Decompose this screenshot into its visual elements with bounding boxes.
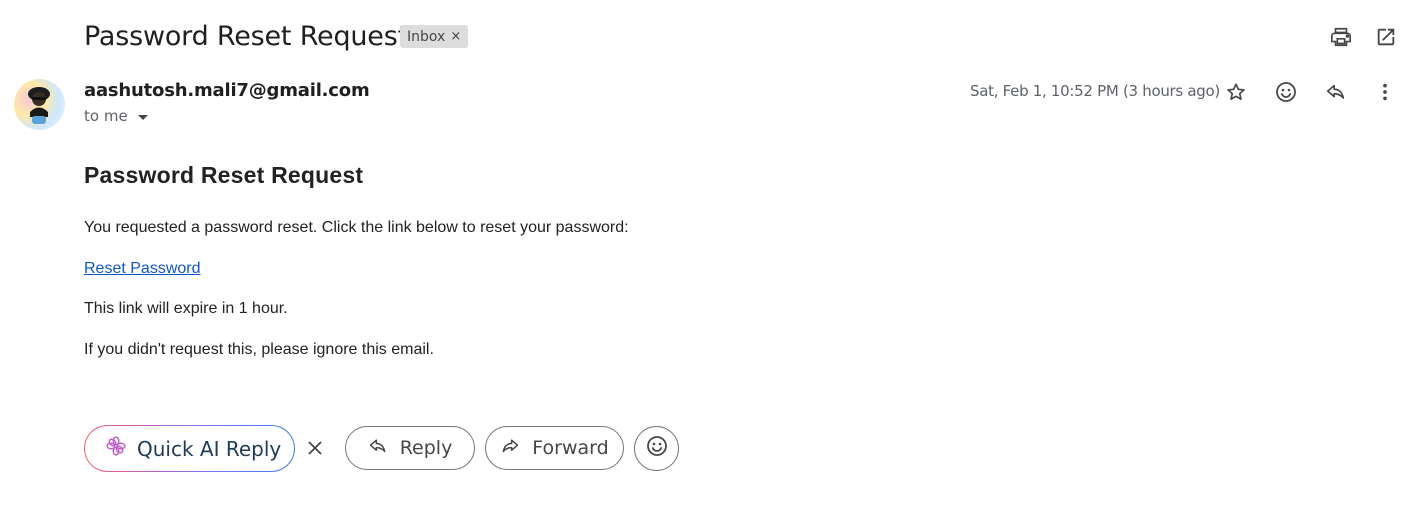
reset-password-link[interactable]: Reset Password [84,260,201,278]
sender-email: aashutosh.mali7@gmail.com [84,80,370,101]
more-vert-icon[interactable] [1371,78,1399,106]
chevron-down-icon[interactable] [137,114,148,120]
body-ignore: If you didn't request this, please ignor… [84,341,434,358]
remove-label-icon[interactable]: × [450,29,461,44]
quick-ai-reply-label: Quick AI Reply [137,436,282,461]
inbox-label-chip[interactable]: Inbox × [400,25,469,48]
close-icon[interactable] [303,436,327,460]
open-in-new-window-icon[interactable] [1373,24,1399,50]
email-date: Sat, Feb 1, 10:52 PM (3 hours ago) [970,82,1220,100]
emoji-reaction-button[interactable] [634,426,679,471]
star-icon[interactable] [1222,78,1250,106]
print-icon[interactable] [1328,24,1354,50]
reply-button[interactable]: Reply [345,426,475,470]
smiley-icon [645,434,669,463]
reply-label: Reply [399,437,453,459]
ai-flower-icon [105,435,127,462]
reply-icon[interactable] [1322,78,1350,106]
body-title: Password Reset Request [84,162,364,188]
reply-arrow-icon [368,436,388,461]
emoji-react-icon[interactable] [1272,78,1300,106]
forward-button[interactable]: Forward [485,426,624,470]
email-subject: Password Reset Request [84,21,408,52]
forward-arrow-icon [500,436,520,461]
body-expiry: This link will expire in 1 hour. [84,300,288,317]
forward-label: Forward [532,437,609,459]
label-text: Inbox [407,28,446,45]
recipient-text: to me [84,107,128,125]
recipient-line[interactable]: to me [84,107,148,125]
sender-avatar[interactable] [14,79,65,130]
body-intro: You requested a password reset. Click th… [84,219,629,236]
quick-ai-reply-button[interactable]: Quick AI Reply [84,425,295,472]
